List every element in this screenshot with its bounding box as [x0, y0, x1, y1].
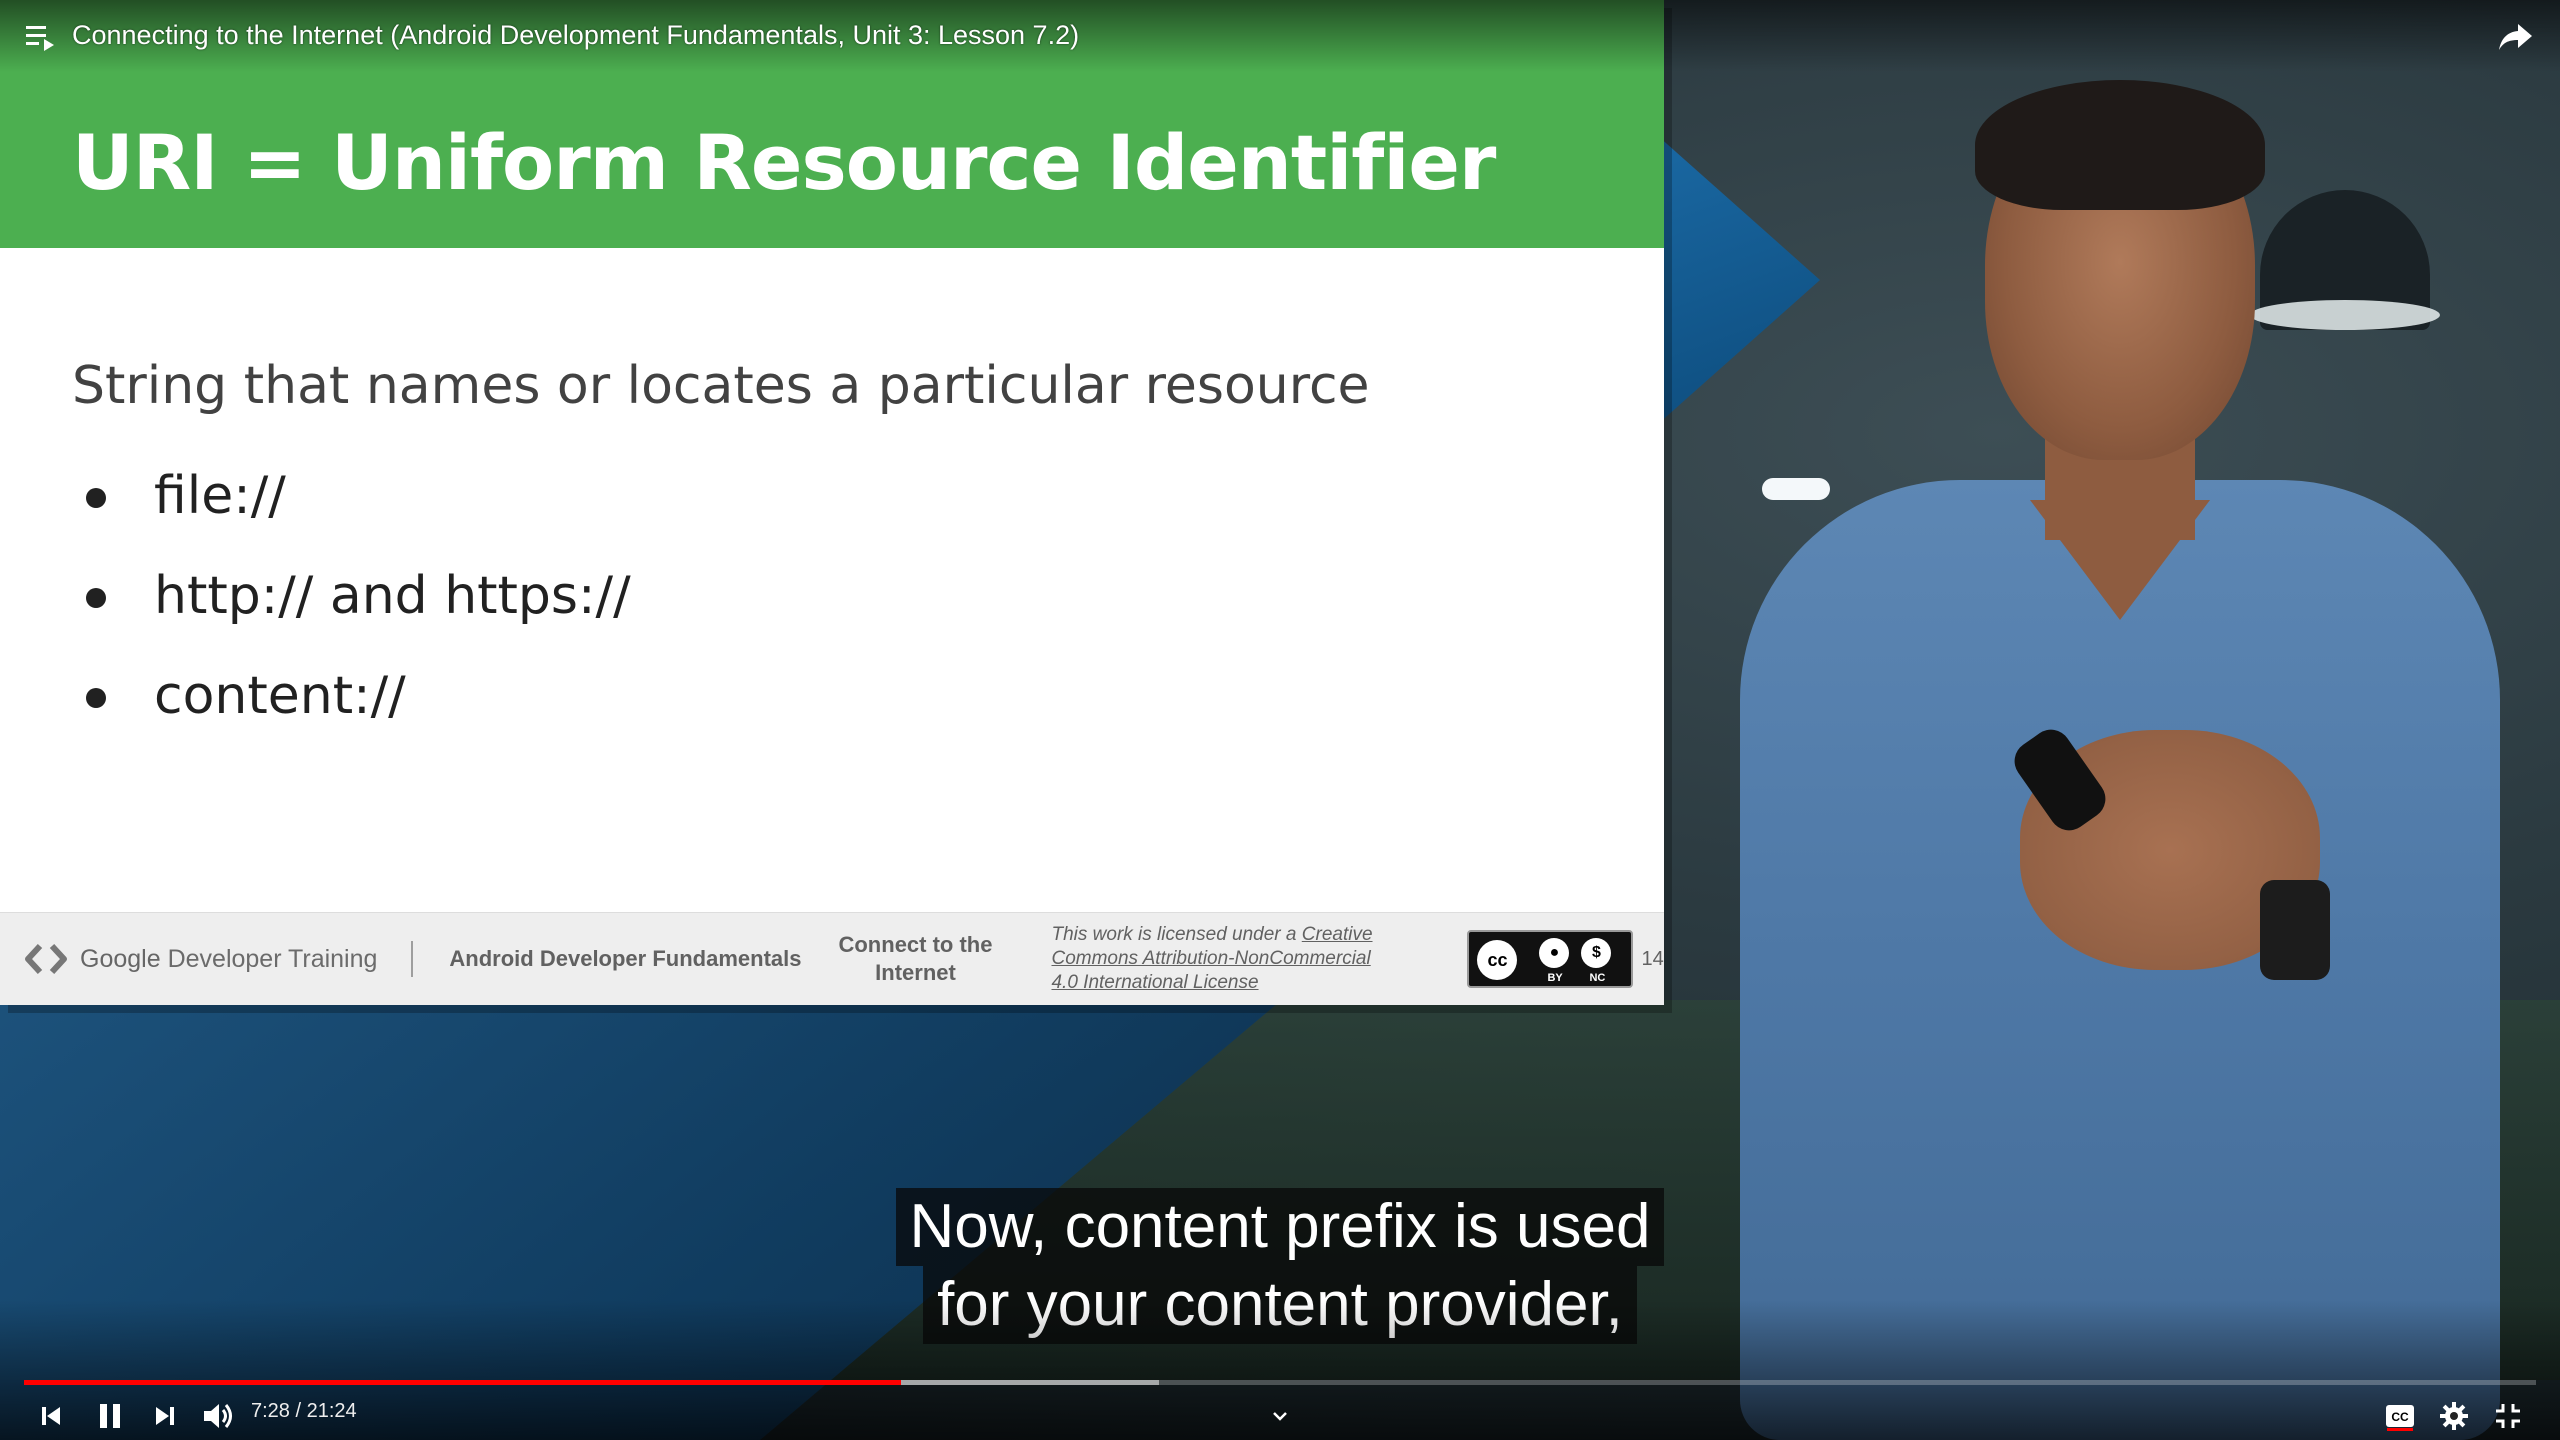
- slide-body: String that names or locates a particula…: [72, 350, 1370, 746]
- next-icon: [156, 1407, 174, 1425]
- google-developer-training-brand: Google Developer Training: [24, 942, 377, 976]
- presenter-watch: [2260, 880, 2330, 980]
- bullet-dot: [86, 688, 106, 708]
- brand-rest-text: Developer Training: [167, 944, 378, 973]
- progress-played: [24, 1380, 901, 1385]
- slide-bullet-text: content://: [154, 666, 406, 726]
- bullet-dot: [86, 588, 106, 608]
- progress-bar[interactable]: [24, 1380, 2536, 1385]
- cc-license-badge: cc ● $ BY NC: [1467, 930, 1634, 988]
- chevron-down-icon: [1273, 1412, 1287, 1421]
- svg-text:CC: CC: [2391, 1410, 2409, 1424]
- slide-bullet-list: file:// http:// and https:// content://: [72, 446, 1370, 746]
- bullet-dot: [86, 488, 106, 508]
- attribution-icon: ●: [1539, 938, 1570, 968]
- footer-lesson: Connect to the Internet: [835, 931, 995, 987]
- player-top-bar: Connecting to the Internet (Android Deve…: [0, 0, 2560, 72]
- slide-lead-text: String that names or locates a particula…: [72, 356, 1370, 416]
- google-developers-logo-icon: [25, 943, 67, 975]
- playlist-icon[interactable]: [26, 24, 56, 52]
- noncommercial-icon: $: [1581, 938, 1612, 968]
- pause-icon: [100, 1404, 120, 1428]
- slide-page-number: 14: [1641, 947, 1664, 970]
- footer-lesson-line: Internet: [875, 960, 956, 985]
- cc-nc-label: NC: [1589, 972, 1606, 984]
- presenter-hair: [1975, 80, 2265, 210]
- volume-button[interactable]: [198, 1396, 238, 1436]
- player-controls: CC: [0, 1396, 2560, 1436]
- license-prefix: This work is licensed under a: [1051, 924, 1297, 945]
- slide: URI = Uniform Resource Identifier String…: [0, 0, 1664, 1005]
- exit-fullscreen-icon: [2496, 1404, 2520, 1428]
- caption-line: Now, content prefix is used: [895, 1188, 1665, 1266]
- volume-icon: [204, 1404, 232, 1428]
- slide-bullet-text: file://: [154, 466, 286, 526]
- footer-course: Android Developer Fundamentals: [449, 946, 802, 971]
- video-title[interactable]: Connecting to the Internet (Android Deve…: [72, 20, 1079, 51]
- pause-button[interactable]: [90, 1396, 130, 1436]
- gear-icon: [2440, 1402, 2468, 1430]
- share-icon[interactable]: [2498, 22, 2534, 52]
- slide-title: URI = Uniform Resource Identifier: [72, 118, 1496, 207]
- footer-divider: [411, 941, 414, 977]
- slide-bullet: http:// and https://: [72, 546, 1370, 646]
- previous-button[interactable]: [34, 1396, 68, 1436]
- slide-bullet-text: http:// and https://: [154, 566, 631, 626]
- previous-icon: [42, 1407, 60, 1425]
- next-button[interactable]: [148, 1396, 182, 1436]
- settings-button[interactable]: [2434, 1396, 2474, 1436]
- slide-bullet: content://: [72, 646, 1370, 746]
- slide-footer: Google Developer Training Android Develo…: [0, 912, 1664, 1005]
- brand-google-text: Google: [80, 944, 161, 973]
- footer-lesson-line: Connect to the: [838, 932, 993, 957]
- cc-by-label: BY: [1547, 972, 1563, 984]
- license-link[interactable]: Commons Attribution-NonCommercial: [1051, 948, 1370, 969]
- time-display: 7:28 / 21:24: [251, 1400, 357, 1422]
- subtitles-active-indicator: [2387, 1428, 2413, 1431]
- exit-fullscreen-button[interactable]: [2488, 1396, 2528, 1436]
- chevron-button[interactable]: [1266, 1396, 1294, 1436]
- subtitles-icon: CC: [2386, 1405, 2414, 1427]
- cc-icon: cc: [1477, 940, 1518, 980]
- license-link[interactable]: Creative: [1302, 924, 1373, 945]
- slide-bullet: file://: [72, 446, 1370, 546]
- brand-text: Google Developer Training: [80, 945, 377, 974]
- license-link[interactable]: 4.0 International License: [1051, 972, 1258, 993]
- footer-license: This work is licensed under a Creative C…: [1051, 923, 1431, 995]
